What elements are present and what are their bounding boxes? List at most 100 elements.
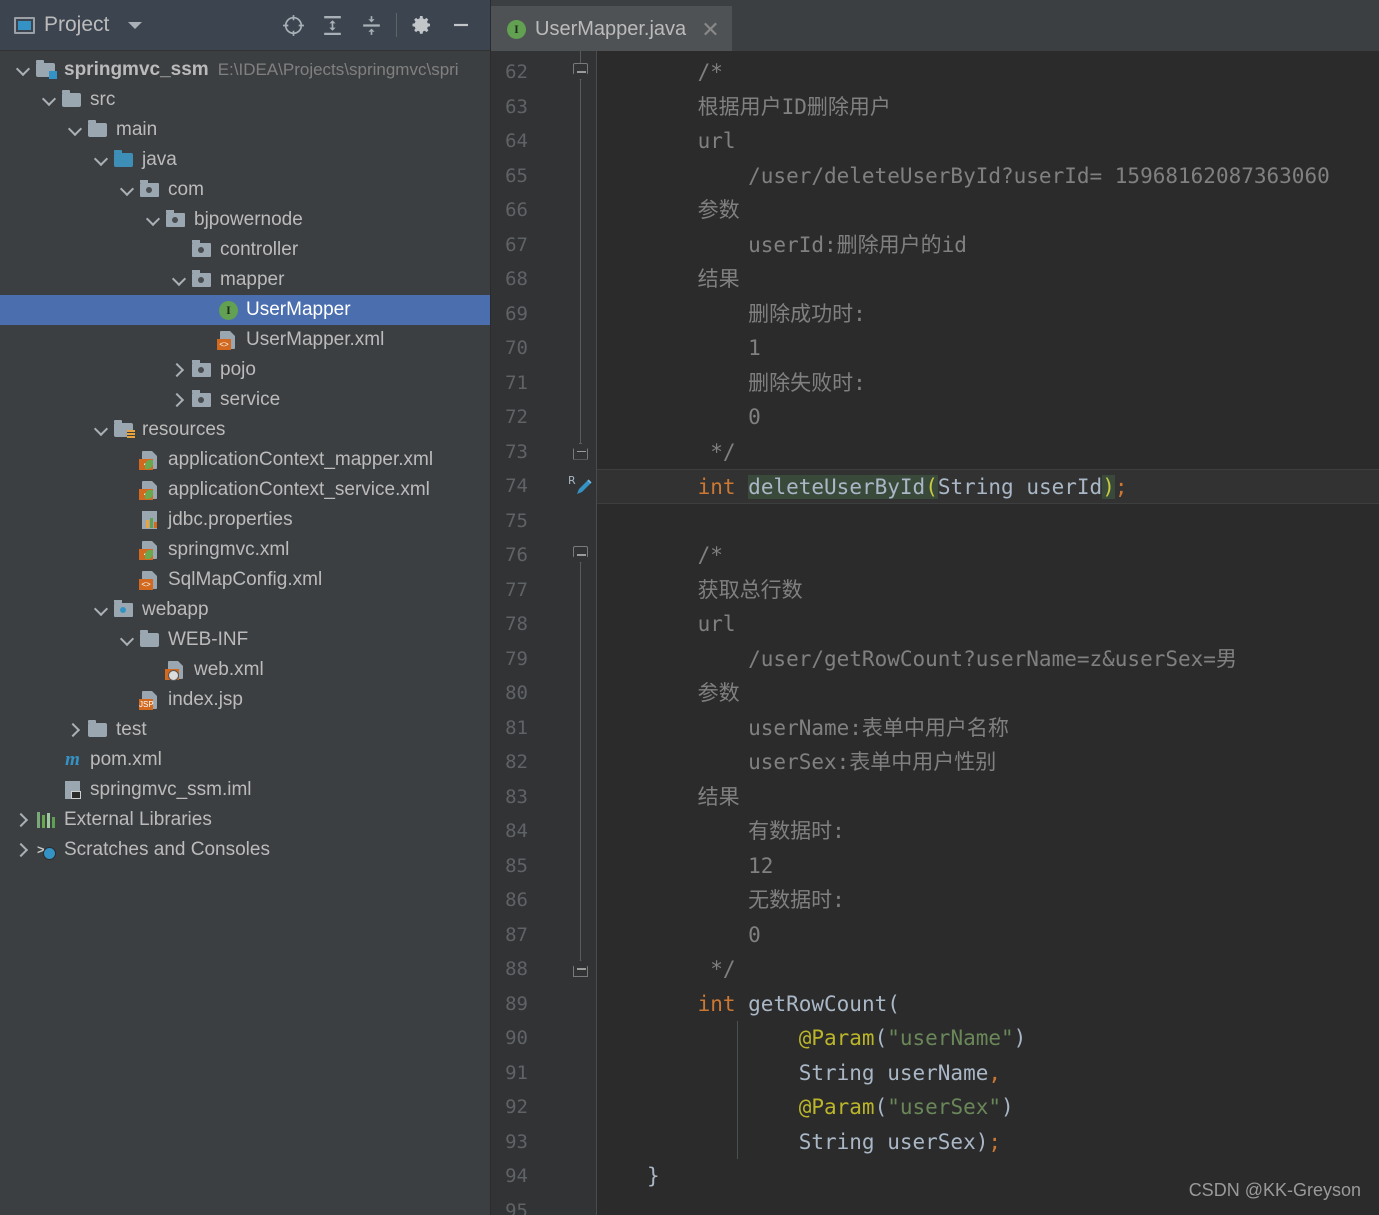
fold-region-end-icon[interactable]: [573, 442, 588, 460]
code-line[interactable]: url: [597, 124, 1379, 159]
tree-item-label: pom.xml: [90, 749, 162, 770]
chevron-right-icon[interactable]: [66, 721, 84, 739]
chevron-down-icon[interactable]: [14, 61, 32, 79]
code-line[interactable]: 根据用户ID删除用户: [597, 90, 1379, 125]
line-number: 77: [505, 578, 528, 601]
code-line[interactable]: 0: [597, 918, 1379, 953]
code-line[interactable]: 有数据时:: [597, 814, 1379, 849]
code-line[interactable]: /user/deleteUserById?userId= 15968162087…: [597, 159, 1379, 194]
code-line[interactable]: 删除失败时:: [597, 366, 1379, 401]
code-line[interactable]: userId:删除用户的id: [597, 228, 1379, 263]
tree-item-applicationcontext-mapper-xml[interactable]: < applicationContext_mapper.xml: [0, 445, 490, 475]
gear-icon[interactable]: [402, 6, 441, 45]
code-line[interactable]: String userName,: [597, 1056, 1379, 1091]
code-line[interactable]: 无数据时:: [597, 883, 1379, 918]
tree-item-jdbc-properties[interactable]: jdbc.properties: [0, 505, 490, 535]
tree-item-controller[interactable]: controller: [0, 235, 490, 265]
line-number: 68: [505, 268, 528, 290]
chevron-down-icon[interactable]: [92, 601, 110, 619]
tree-item-test[interactable]: test: [0, 715, 490, 745]
tree-item-java[interactable]: java: [0, 145, 490, 175]
chevron-down-icon[interactable]: [128, 21, 143, 29]
fold-region-end-icon[interactable]: [573, 960, 588, 977]
project-title-button[interactable]: Project: [14, 13, 143, 37]
tree-item-mapper[interactable]: mapper: [0, 265, 490, 295]
code-line[interactable]: 0: [597, 400, 1379, 435]
tree-item-springmvc-ssm-iml[interactable]: springmvc_ssm.iml: [0, 775, 490, 805]
code-line[interactable]: int getRowCount(: [597, 987, 1379, 1022]
chevron-down-icon[interactable]: [40, 91, 58, 109]
tab-usermapper-java[interactable]: I UserMapper.java ✕: [491, 6, 732, 51]
chevron-down-icon[interactable]: [118, 181, 136, 199]
code-line[interactable]: String userSex);: [597, 1125, 1379, 1160]
tree-item-web-xml[interactable]: < web.xml: [0, 655, 490, 685]
code-line[interactable]: 1: [597, 331, 1379, 366]
locate-icon[interactable]: [274, 6, 313, 45]
chevron-down-icon[interactable]: [170, 271, 188, 289]
tree-item-resources[interactable]: resources: [0, 415, 490, 445]
tree-item-main[interactable]: main: [0, 115, 490, 145]
code-line[interactable]: userName:表单中用户名称: [597, 711, 1379, 746]
code-line[interactable]: 获取总行数: [597, 573, 1379, 608]
code-line[interactable]: @Param("userName"): [597, 1021, 1379, 1056]
code-line[interactable]: /*: [597, 538, 1379, 573]
code-line[interactable]: 12: [597, 849, 1379, 884]
tree-item-pom-xml[interactable]: m pom.xml: [0, 745, 490, 775]
collapse-all-icon[interactable]: [352, 6, 391, 45]
watermark: CSDN @KK-Greyson: [1188, 1180, 1361, 1200]
expand-all-icon[interactable]: [313, 6, 352, 45]
minimize-icon[interactable]: [441, 6, 480, 45]
fold-region-start-icon[interactable]: [573, 63, 588, 80]
tree-item-bjpowernode[interactable]: bjpowernode: [0, 205, 490, 235]
tree-item-external-libraries[interactable]: External Libraries: [0, 805, 490, 835]
code-line[interactable]: [597, 504, 1379, 539]
code-line[interactable]: 参数: [597, 193, 1379, 228]
tree-item-webapp[interactable]: webapp: [0, 595, 490, 625]
tree-item-index-jsp[interactable]: JSP index.jsp: [0, 685, 490, 715]
code-content[interactable]: /* 根据用户ID删除用户 url /user/deleteUserById?u…: [597, 51, 1379, 1215]
tree-item-service[interactable]: service: [0, 385, 490, 415]
code-line[interactable]: /*: [597, 55, 1379, 90]
chevron-down-icon[interactable]: [144, 211, 162, 229]
code-token: 参数: [647, 681, 740, 705]
chevron-right-icon[interactable]: [170, 391, 188, 409]
editor-gutter[interactable]: 62 63 64 65 66 67 68 69 70 71 72 73 74 R 75 76 77 78 79 80 8…: [491, 51, 596, 1215]
code-line[interactable]: */: [597, 952, 1379, 987]
code-line[interactable]: 结果: [597, 262, 1379, 297]
project-tree[interactable]: springmvc_ssm E:\IDEA\Projects\springmvc\…: [0, 51, 490, 865]
code-line-caret[interactable]: int deleteUserById(String userId);: [597, 469, 1379, 504]
tree-item-springmvc-xml[interactable]: < springmvc.xml: [0, 535, 490, 565]
chevron-down-icon[interactable]: [92, 151, 110, 169]
tree-item-pojo[interactable]: pojo: [0, 355, 490, 385]
line-number: 81: [505, 716, 528, 739]
tree-item-scratches-and-consoles[interactable]: >_ Scratches and Consoles: [0, 835, 490, 865]
code-line[interactable]: url: [597, 607, 1379, 642]
code-line[interactable]: /user/getRowCount?userName=z&userSex=男: [597, 642, 1379, 677]
code-line[interactable]: 参数: [597, 676, 1379, 711]
code-line[interactable]: */: [597, 435, 1379, 470]
code-token: userId: [1013, 475, 1103, 499]
fold-region-start-icon[interactable]: [573, 546, 588, 563]
chevron-down-icon[interactable]: [118, 631, 136, 649]
tree-item-src[interactable]: src: [0, 85, 490, 115]
code-line[interactable]: userSex:表单中用户性别: [597, 745, 1379, 780]
code-line[interactable]: @Param("userSex"): [597, 1090, 1379, 1125]
tree-item-usermapper[interactable]: I UserMapper: [0, 295, 490, 325]
tree-item-com[interactable]: com: [0, 175, 490, 205]
chevron-down-icon[interactable]: [66, 121, 84, 139]
tree-item-applicationcontext-service-xml[interactable]: < applicationContext_service.xml: [0, 475, 490, 505]
chevron-down-icon[interactable]: [92, 421, 110, 439]
chevron-right-icon[interactable]: [14, 841, 32, 859]
chevron-right-icon[interactable]: [170, 361, 188, 379]
override-method-icon[interactable]: R: [567, 472, 595, 500]
code-line[interactable]: 结果: [597, 780, 1379, 815]
code-line[interactable]: 删除成功时:: [597, 297, 1379, 332]
tree-item-usermapper-xml[interactable]: <> UserMapper.xml: [0, 325, 490, 355]
tree-item-sqlmapconfig-xml[interactable]: <> SqlMapConfig.xml: [0, 565, 490, 595]
code-token: 0: [647, 922, 761, 947]
chevron-right-icon[interactable]: [14, 811, 32, 829]
close-icon[interactable]: ✕: [701, 18, 719, 41]
tree-item-label: springmvc.xml: [168, 539, 290, 560]
tree-item-springmvc-ssm[interactable]: springmvc_ssm E:\IDEA\Projects\springmvc\…: [0, 55, 490, 85]
tree-item-web-inf[interactable]: WEB-INF: [0, 625, 490, 655]
